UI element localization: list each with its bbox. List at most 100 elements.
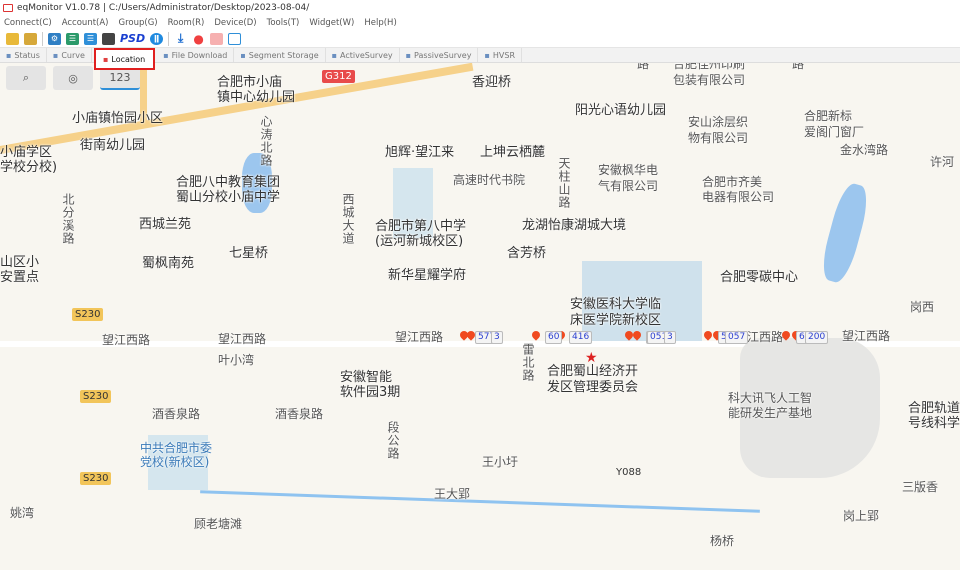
map-label: 合肥蜀山经济开: [547, 364, 639, 379]
tab-icon: ▪: [102, 54, 109, 64]
psd-button[interactable]: PSD: [120, 32, 145, 45]
tab-label: PassiveSurvey: [414, 50, 472, 60]
device-marker[interactable]: 60: [545, 331, 563, 344]
map-label: 合肥市齐美: [702, 175, 763, 189]
menu-item[interactable]: Room(R): [168, 18, 205, 28]
menu-item[interactable]: Group(G): [119, 18, 158, 28]
map-label: 安徽智能: [340, 370, 393, 385]
menu-item[interactable]: Tools(T): [267, 18, 300, 28]
gear-icon[interactable]: ⚙: [48, 32, 61, 45]
menu-item[interactable]: Help(H): [364, 18, 396, 28]
map-label: 含芳桥: [507, 246, 547, 261]
checklist-green-icon[interactable]: ☰: [66, 32, 79, 45]
toolbar-divider: [168, 31, 170, 46]
device-marker[interactable]: 3: [491, 331, 503, 344]
tab-label: ActiveSurvey: [340, 50, 393, 60]
tab-segment-storage[interactable]: ▪ Segment Storage: [234, 48, 326, 62]
map-search-button[interactable]: ⌕: [6, 66, 46, 90]
map-label: 岗西: [910, 300, 935, 314]
checklist-blue-icon[interactable]: ☰: [84, 32, 97, 45]
app-logo-icon: [3, 4, 13, 12]
map-label: 望江西路: [218, 332, 267, 346]
map-label: 段公路: [386, 421, 400, 460]
road-badge: S230: [72, 308, 104, 321]
device-marker[interactable]: 416: [569, 331, 593, 344]
window-title: eqMonitor V1.0.78 | C:/Users/Administrat…: [17, 3, 310, 13]
tab-icon: ▪: [163, 50, 169, 60]
map-label: 镇中心幼儿园: [217, 90, 296, 105]
pause-icon[interactable]: ǁ: [150, 32, 164, 45]
map-label: 气有限公司: [598, 179, 659, 193]
map-label: 路: [792, 63, 805, 71]
tab-curve[interactable]: ▪ Curve: [47, 48, 92, 62]
menu-item[interactable]: Account(A): [62, 18, 109, 28]
map-label: 电器有限公司: [702, 190, 775, 204]
map-label: 北分溪路: [61, 193, 75, 245]
map-label: 西城大道: [341, 193, 355, 245]
map-label: 三版香: [902, 480, 939, 494]
toolbar-divider: [42, 31, 43, 46]
tab-icon: ▪: [52, 50, 59, 60]
map-view[interactable]: ⌕ ◎ 123 ★ 合肥市小庙 镇中心幼儿园 香迎桥 合肥佳州印刷 包装有限公司 小庙镇怡…: [0, 63, 960, 570]
map-label: 叶小湾: [218, 353, 255, 367]
map-label: 安徽枫华电: [598, 163, 659, 177]
map-label: 望江西路: [102, 333, 151, 347]
tab-location[interactable]: ▪ Location: [93, 48, 156, 70]
device-marker[interactable]: 3: [664, 331, 676, 344]
monitor-icon[interactable]: [102, 32, 115, 45]
map-label: 号线科学城: [908, 416, 960, 431]
river: [200, 490, 760, 513]
map-label: 新华星耀学府: [388, 268, 467, 283]
map-label: 路: [637, 63, 650, 71]
tab-label: HVSR: [492, 50, 515, 60]
map-label: 小庙镇怡园小区: [72, 111, 164, 126]
map-label: 西城兰苑: [139, 217, 192, 232]
screen-icon[interactable]: [228, 32, 242, 45]
tab-label: Location: [111, 54, 146, 64]
road-badge: S230: [80, 390, 112, 403]
map-label: 合肥市小庙: [217, 75, 283, 90]
map-locate-button[interactable]: ◎: [53, 66, 93, 90]
map-label: 床医学院新校区: [570, 313, 662, 328]
menu-bar: Connect(C) Account(A) Group(G) Room(R) Devic…: [0, 16, 960, 30]
tab-activesurvey[interactable]: ▪ ActiveSurvey: [326, 48, 400, 62]
tab-status[interactable]: ▪ Status: [0, 48, 47, 62]
map-label: 金水湾路: [840, 143, 889, 157]
map-label: 爱阁门窗厂: [804, 125, 865, 139]
menu-item[interactable]: Connect(C): [4, 18, 52, 28]
alarm-icon[interactable]: [210, 32, 224, 45]
map-label: 望江西路: [395, 330, 444, 344]
map-label: 物有限公司: [688, 131, 749, 145]
map-label: 天柱山路: [557, 157, 571, 209]
download-icon[interactable]: ⤓: [174, 31, 187, 45]
map-label: 蜀山分校小庙中学: [176, 190, 281, 205]
map-label: 旭辉·望江来: [385, 145, 455, 160]
tab-icon: ▪: [405, 50, 412, 60]
map-label: 安置点: [0, 270, 40, 285]
tab-icon: ▪: [331, 50, 338, 60]
open-folder-icon[interactable]: [6, 32, 19, 45]
map-label: 学校分校): [0, 160, 58, 175]
map-label: 山区小: [0, 255, 40, 270]
device-marker[interactable]: 200: [805, 331, 829, 344]
menu-item[interactable]: Device(D): [214, 18, 256, 28]
location-pin-icon[interactable]: ●: [192, 32, 205, 46]
map-label: 中共合肥市委: [140, 441, 213, 455]
map-label: 杨桥: [710, 534, 735, 548]
device-marker[interactable]: 057: [725, 331, 749, 344]
tab-bar: ▪ Status ▪ Curve ▪ Location ▪ File Download ▪ Seg…: [0, 48, 960, 70]
tab-label: Status: [14, 50, 40, 60]
menu-item[interactable]: Widget(W): [309, 18, 354, 28]
map-label: 王大郢: [434, 487, 471, 501]
map-label: 高速时代书院: [453, 173, 526, 187]
device-pin-icon[interactable]: [530, 329, 542, 341]
toolbar: ⚙ ☰ ☰ PSD ǁ ⤓ ●: [0, 30, 960, 48]
tab-file-download[interactable]: ▪ File Download: [157, 48, 235, 62]
folder-settings-icon[interactable]: [24, 32, 37, 45]
tab-label: Segment Storage: [248, 50, 319, 60]
tab-passivesurvey[interactable]: ▪ PassiveSurvey: [400, 48, 479, 62]
map-label: 阳光心语幼儿园: [575, 103, 667, 118]
tab-hvsr[interactable]: ▪ HVSR: [478, 48, 522, 62]
map-label: 姚湾: [10, 506, 35, 520]
map-label: 发区管理委员会: [547, 380, 639, 395]
